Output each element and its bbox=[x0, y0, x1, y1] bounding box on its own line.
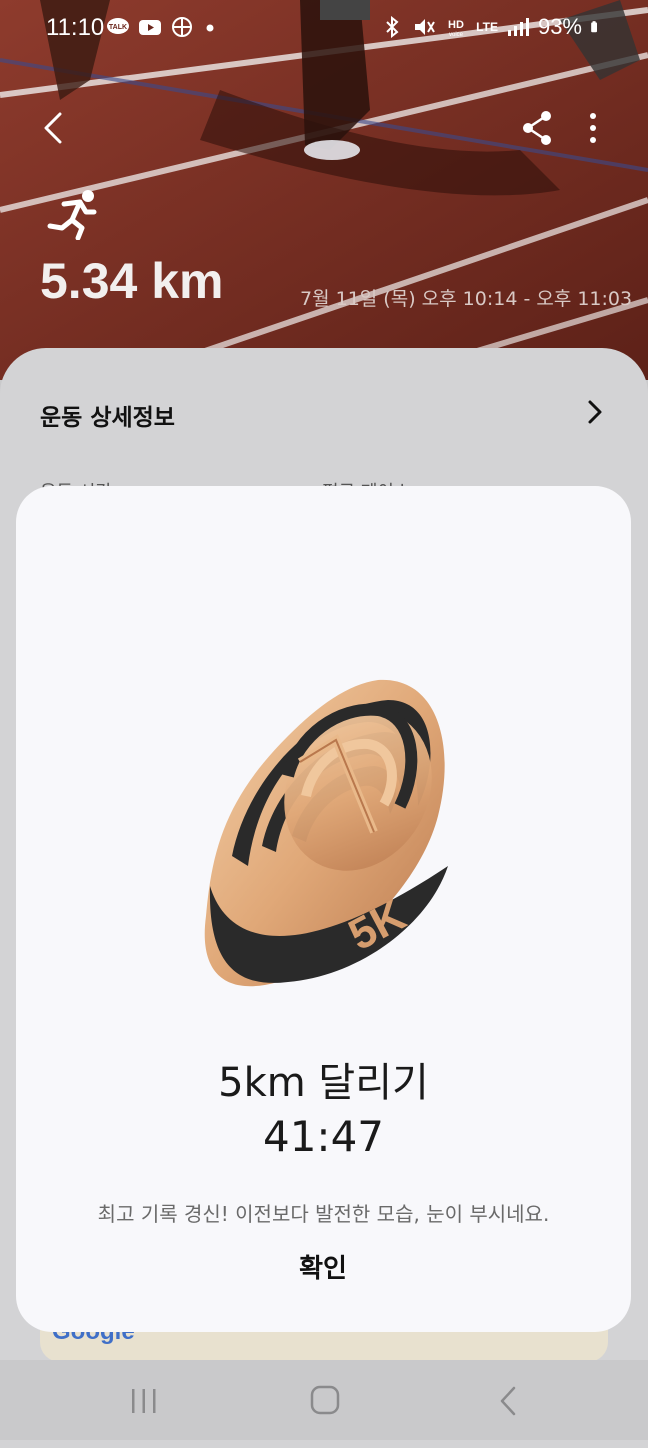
home-icon[interactable] bbox=[309, 1384, 341, 1416]
nav-back-icon[interactable] bbox=[494, 1384, 522, 1418]
achievement-message: 최고 기록 경신! 이전보다 발전한 모습, 눈이 부시네요. bbox=[97, 1202, 550, 1226]
back-arrow-icon[interactable] bbox=[34, 104, 74, 152]
signal-icon bbox=[507, 18, 529, 36]
svg-text:voice: voice bbox=[449, 32, 464, 38]
hd-voice-icon: HDvoice bbox=[448, 19, 464, 38]
workout-date-range: 7월 11일 (목) 오후 10:14 - 오후 11:03 bbox=[300, 288, 633, 310]
recent-apps-icon[interactable] bbox=[128, 1386, 160, 1416]
details-title[interactable]: 운동 상세정보 bbox=[40, 398, 175, 432]
status-bar: 11:10 TALK HD voice LTE 93% bbox=[0, 0, 648, 56]
svg-text:TALK: TALK bbox=[109, 24, 127, 31]
hero-image: 11:10 TALK HD voice LTE 93% 5.34 km 7월 11… bbox=[0, 0, 648, 380]
youtube-icon bbox=[139, 20, 161, 35]
chevron-right-icon[interactable] bbox=[584, 398, 606, 426]
workout-distance: 5.34 km bbox=[40, 253, 224, 309]
lte-icon: LTE bbox=[476, 20, 498, 34]
5k-medal-badge: 5K bbox=[204, 679, 448, 987]
status-time: 11:10 bbox=[46, 14, 105, 41]
more-options-icon[interactable] bbox=[578, 106, 608, 150]
battery-icon bbox=[591, 21, 597, 33]
achievement-title: 5km 달리기 bbox=[218, 1060, 429, 1106]
achievement-time: 41:47 bbox=[262, 1112, 385, 1161]
system-navigation-bar bbox=[0, 1360, 648, 1440]
running-icon bbox=[47, 190, 97, 240]
battery-percent: 93% bbox=[537, 14, 582, 39]
share-icon[interactable] bbox=[518, 106, 558, 150]
svg-text:HD: HD bbox=[448, 19, 464, 31]
achievement-dialog: 5K 5km 달리기 41:47 최고 기록 경신! 이전보다 발전한 모습, … bbox=[16, 486, 631, 1332]
kakaotalk-icon: TALK bbox=[107, 18, 129, 34]
dot-icon bbox=[206, 24, 214, 32]
confirm-button[interactable]: 확인 bbox=[243, 1242, 403, 1296]
bluetooth-icon bbox=[386, 16, 399, 38]
top-navigation bbox=[0, 100, 648, 156]
pinwheel-icon bbox=[172, 17, 192, 37]
mute-icon bbox=[415, 19, 436, 35]
